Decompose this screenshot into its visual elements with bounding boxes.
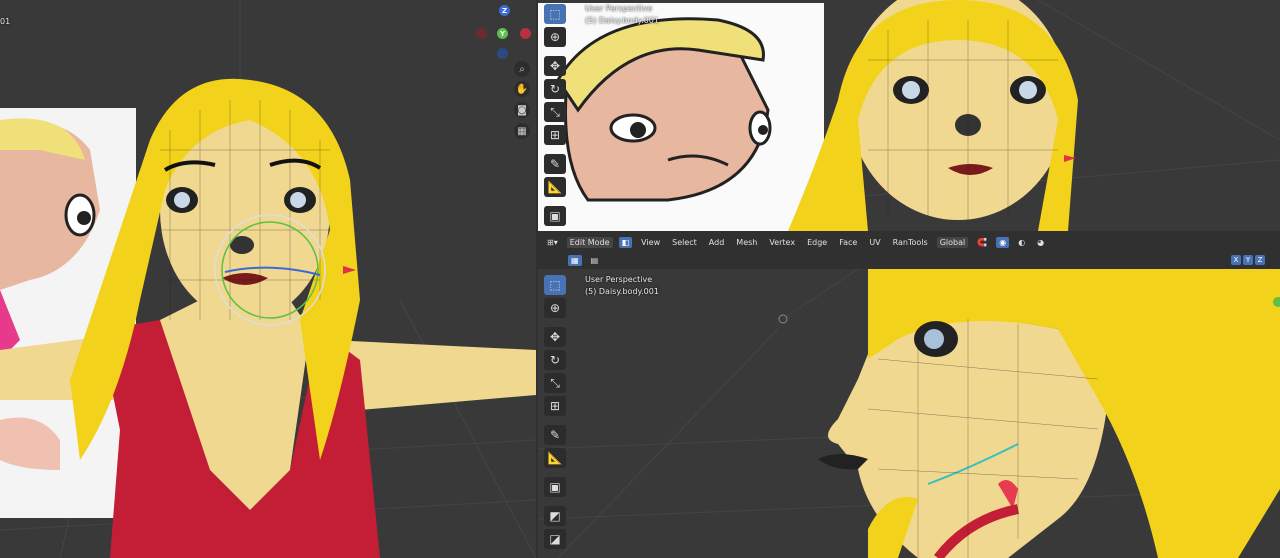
gizmo-neg-z-axis[interactable] [497, 48, 508, 59]
bottom-viewport[interactable]: User Perspective (5) Daisy.body.001 ⬚ ⊕ … [538, 269, 1280, 558]
menu-mesh[interactable]: Mesh [733, 237, 760, 248]
move-icon[interactable]: ✥ [544, 56, 566, 76]
top-right-toolbar: ⬚ ⊕ ✥ ↻ ⤡ ⊞ ✎ 📐 ▣ [544, 4, 566, 226]
select-mode-icon[interactable]: ▦ [568, 254, 582, 266]
hand-icon[interactable]: ✋ [514, 81, 530, 97]
add-cube-icon[interactable]: ▣ [544, 477, 566, 497]
gizmo-z-axis[interactable]: Z [499, 5, 510, 16]
header-row-top: ⊞▾ Edit Mode ◧ View Select Add Mesh Vert… [538, 233, 1280, 251]
menu-edge[interactable]: Edge [804, 237, 830, 248]
rotate-icon[interactable]: ↻ [544, 79, 566, 99]
rotate-icon[interactable]: ↻ [544, 350, 566, 370]
cursor-icon[interactable]: ⊕ [544, 298, 566, 318]
menu-uv[interactable]: UV [866, 237, 883, 248]
vertex-select-icon[interactable]: ◧ [618, 236, 633, 248]
gizmo-neg-x-axis[interactable] [476, 28, 487, 39]
left-viewport[interactable]: 01 Z Y ⌕ ✋ ◙ ▦ [0, 0, 536, 558]
top-right-perspective-label: User Perspective [585, 4, 653, 13]
gizmo-y-axis[interactable]: Y [497, 28, 508, 39]
measure-icon[interactable]: 📐 [544, 448, 566, 468]
menu-face[interactable]: Face [836, 237, 860, 248]
select-extend-icon[interactable]: ▤ [588, 255, 602, 266]
zoom-icon[interactable]: ⌕ [514, 61, 530, 77]
annotate-icon[interactable]: ✎ [544, 425, 566, 445]
select-box-icon[interactable]: ⬚ [544, 275, 566, 295]
transform-orientation-select[interactable]: Global [936, 236, 969, 248]
top-right-viewport-scene [538, 0, 1280, 231]
overlay-icon[interactable]: ◐ [1015, 237, 1028, 248]
mode-select[interactable]: Edit Mode [566, 236, 613, 248]
menu-add[interactable]: Add [706, 237, 728, 248]
select-box-icon[interactable]: ⬚ [544, 4, 566, 24]
scale-icon[interactable]: ⤡ [544, 373, 566, 393]
menu-vertex[interactable]: Vertex [766, 237, 798, 248]
grid-icon[interactable]: ▦ [514, 123, 530, 139]
measure-icon[interactable]: 📐 [544, 177, 566, 197]
transform-icon[interactable]: ⊞ [544, 125, 566, 145]
annotate-icon[interactable]: ✎ [544, 154, 566, 174]
left-viewport-corner-text: 01 [0, 17, 11, 26]
inset-icon[interactable]: ◪ [544, 529, 566, 549]
bottom-perspective-label: User Perspective [585, 275, 653, 284]
bottom-viewport-scene [538, 269, 1280, 558]
menu-view[interactable]: View [638, 237, 663, 248]
proportional-edit-icon[interactable]: ◉ [996, 236, 1010, 248]
editor-type-icon[interactable]: ⊞▾ [544, 237, 561, 248]
move-icon[interactable]: ✥ [544, 327, 566, 347]
transform-icon[interactable]: ⊞ [544, 396, 566, 416]
axis-toggle-x[interactable]: X [1231, 255, 1241, 265]
axis-toggle-group: X Y Z [1231, 255, 1265, 265]
gizmo-x-axis[interactable] [520, 28, 531, 39]
cursor-icon[interactable]: ⊕ [544, 27, 566, 47]
axis-toggle-y[interactable]: Y [1243, 255, 1253, 265]
add-cube-icon[interactable]: ▣ [544, 206, 566, 226]
top-right-object-label: (5) Daisy.body.001 [585, 16, 659, 25]
left-viewport-scene [0, 0, 536, 558]
extrude-icon[interactable]: ◩ [544, 506, 566, 526]
bottom-toolbar: ⬚ ⊕ ✥ ↻ ⤡ ⊞ ✎ 📐 ▣ ◩ ◪ [544, 275, 566, 549]
top-right-viewport[interactable]: User Perspective (5) Daisy.body.001 ⬚ ⊕ … [538, 0, 1280, 231]
shading-icon[interactable]: ◕ [1034, 237, 1047, 248]
camera-icon[interactable]: ◙ [514, 102, 530, 118]
viewport-header: ⊞▾ Edit Mode ◧ View Select Add Mesh Vert… [538, 233, 1280, 269]
bottom-object-label: (5) Daisy.body.001 [585, 287, 659, 296]
header-row-bottom: ▦ ▤ [538, 251, 601, 269]
axis-toggle-z[interactable]: Z [1255, 255, 1265, 265]
snap-icon[interactable]: 🧲 [974, 237, 990, 248]
scale-icon[interactable]: ⤡ [544, 102, 566, 122]
menu-select[interactable]: Select [669, 237, 700, 248]
menu-rantools[interactable]: RanTools [890, 237, 931, 248]
